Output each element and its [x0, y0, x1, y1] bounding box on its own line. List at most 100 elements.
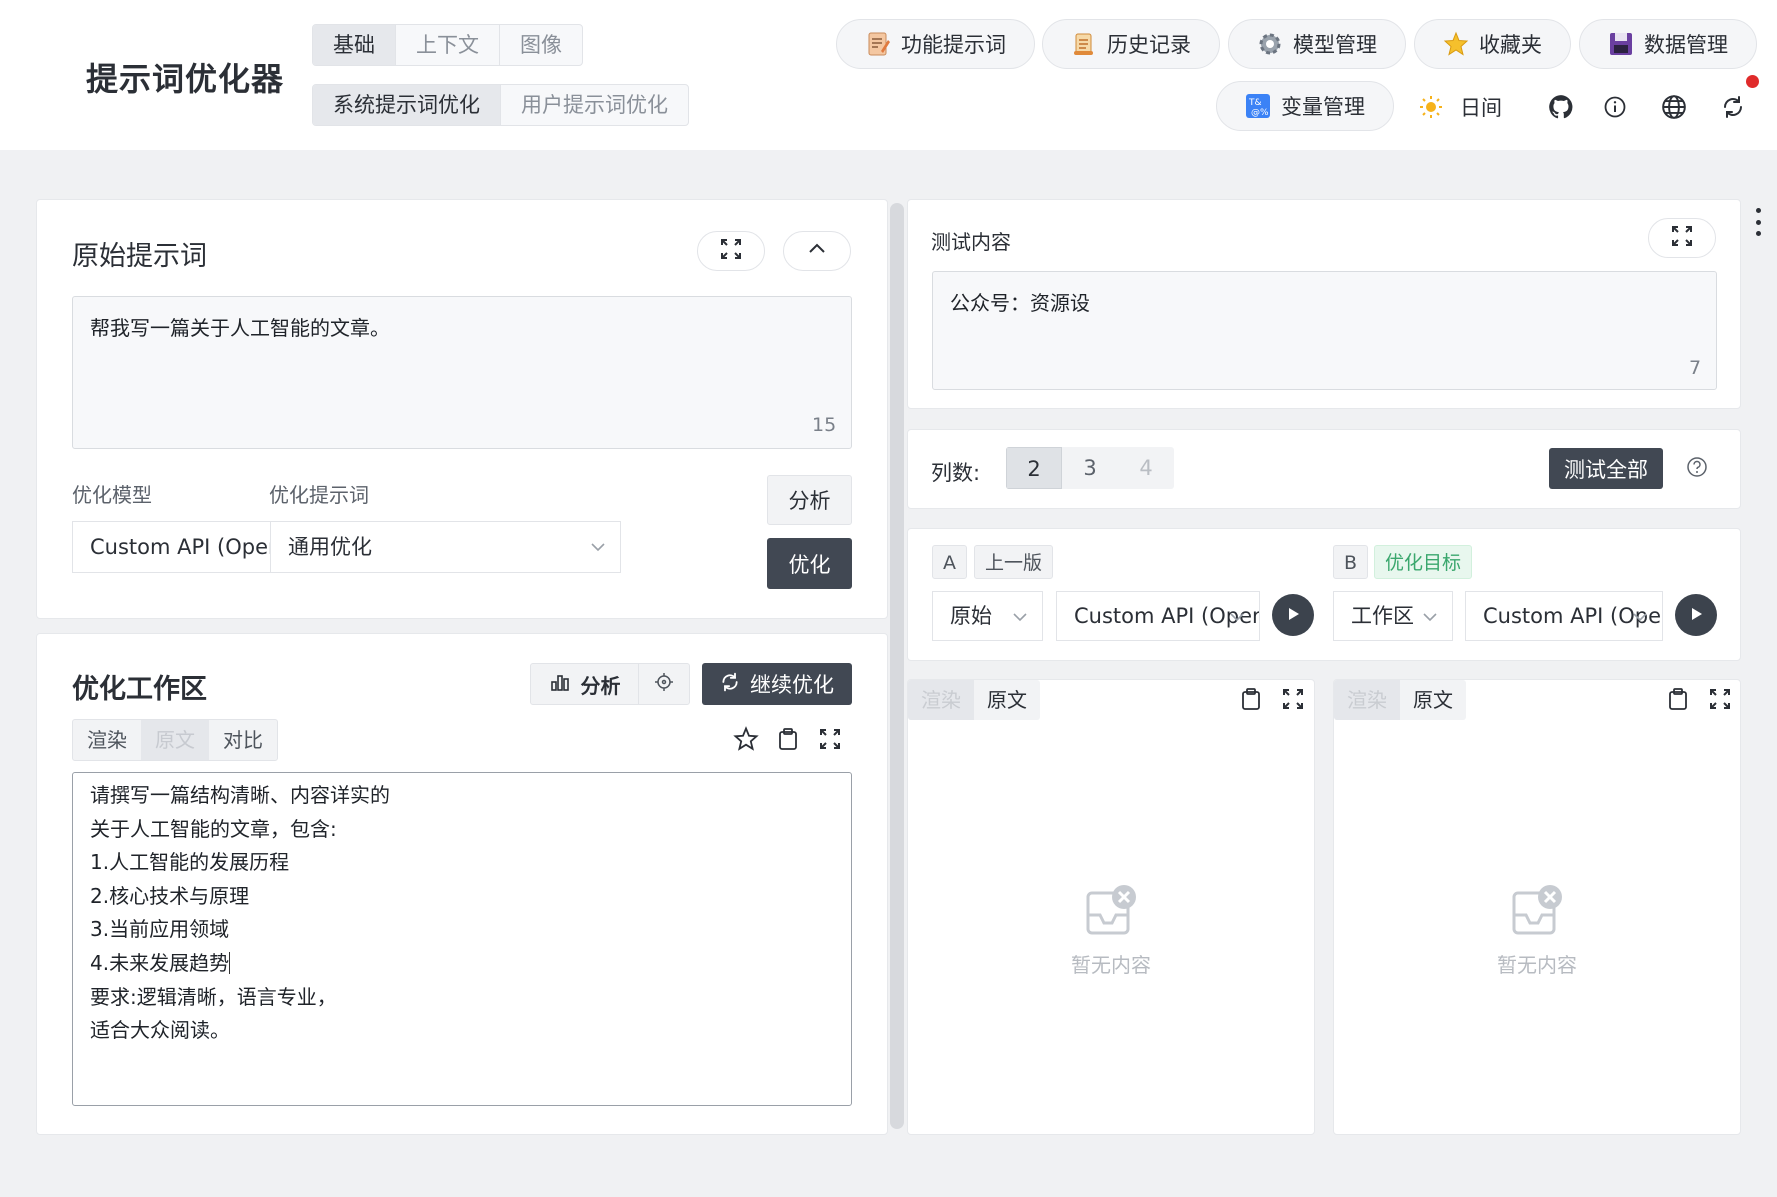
variant-b-label: B: [1333, 545, 1369, 579]
history-button[interactable]: 历史记录: [1042, 19, 1220, 69]
copy-button[interactable]: [773, 726, 803, 756]
tab-basic[interactable]: 基础: [313, 25, 396, 65]
result-a-empty-state: 暂无内容: [1011, 883, 1211, 978]
play-icon: [1285, 603, 1301, 627]
result-b-fullscreen-button[interactable]: [1705, 686, 1735, 716]
chevron-down-icon: [591, 543, 605, 552]
tab-image[interactable]: 图像: [500, 25, 582, 65]
crosshair-icon: [654, 672, 674, 697]
optimize-prompt-select[interactable]: 通用优化: [270, 521, 621, 573]
result-a-tab-raw[interactable]: 原文: [974, 680, 1040, 720]
optimize-model-label: 优化模型: [72, 483, 152, 507]
theme-toggle[interactable]: 日间: [1418, 92, 1502, 122]
result-a-copy-button[interactable]: [1236, 686, 1266, 716]
expand-icon: [1709, 688, 1731, 715]
test-all-button[interactable]: 测试全部: [1549, 448, 1663, 489]
columns-label: 列数:: [931, 461, 981, 485]
app-title: 提示词优化器: [86, 60, 285, 98]
optimize-model-select[interactable]: Custom API (OpenAI: [72, 521, 271, 573]
editor-line: 1.人工智能的发展历程: [90, 850, 290, 875]
result-b-empty-state: 暂无内容: [1437, 883, 1637, 978]
result-b-tabs: 渲染 原文: [1334, 680, 1466, 720]
columns-option-3[interactable]: 3: [1062, 447, 1118, 489]
variant-b-source-select[interactable]: 工作区: [1333, 591, 1453, 641]
result-a-fullscreen-button[interactable]: [1278, 686, 1308, 716]
variant-b-run-button[interactable]: [1675, 594, 1717, 636]
editor-line: 关于人工智能的文章，包含:: [90, 816, 337, 841]
github-icon[interactable]: [1546, 92, 1576, 122]
model-manage-button[interactable]: 模型管理: [1228, 19, 1406, 69]
tab-system-prompt[interactable]: 系统提示词优化: [313, 85, 501, 125]
scroll-icon: [1071, 31, 1097, 57]
workspace-title: 优化工作区: [72, 674, 207, 705]
continue-optimize-button[interactable]: 继续优化: [702, 663, 852, 705]
expand-icon: [720, 238, 742, 265]
variant-b-model-select[interactable]: Custom API (OpenAI: [1465, 591, 1663, 641]
result-b-tab-render[interactable]: 渲染: [1334, 680, 1400, 720]
tab-render[interactable]: 渲染: [73, 720, 141, 760]
result-a-tabs: 渲染 原文: [908, 680, 1040, 720]
editor-line-with-cursor: 4.未来发展趋势: [90, 950, 231, 975]
editor-line: 3.当前应用领域: [90, 917, 230, 942]
result-b-copy-button[interactable]: [1663, 686, 1693, 716]
bar-chart-icon: [549, 671, 571, 698]
favorite-button[interactable]: [731, 725, 761, 756]
update-badge: [1746, 75, 1759, 88]
help-button[interactable]: [1682, 454, 1712, 484]
variant-a-source-select[interactable]: 原始: [932, 591, 1043, 641]
columns-switch: 2 3 4: [1006, 447, 1174, 489]
editor-line: 请撰写一篇结构清晰、内容详实的: [90, 783, 390, 807]
expand-icon: [1282, 688, 1304, 715]
refresh-icon[interactable]: [1718, 92, 1748, 122]
chevron-down-icon: [1013, 613, 1027, 622]
locate-button[interactable]: [639, 664, 689, 704]
variable-manage-button[interactable]: T& @% 变量管理: [1216, 81, 1394, 131]
tab-raw[interactable]: 原文: [141, 720, 209, 760]
variant-b-tag: 优化目标: [1374, 545, 1473, 579]
variant-a-run-button[interactable]: [1272, 594, 1314, 636]
variant-a-label: A: [932, 545, 967, 579]
svg-text:T&: T&: [1248, 98, 1262, 108]
chevron-up-icon: [806, 238, 828, 265]
sun-icon: [1418, 94, 1444, 120]
result-b-tab-raw[interactable]: 原文: [1400, 680, 1466, 720]
chevron-down-icon: [1423, 613, 1437, 622]
play-icon: [1688, 603, 1704, 627]
text-cursor: [229, 951, 231, 974]
app-header: 提示词优化器 基础 上下文 图像 系统提示词优化 用户提示词优化 功能提示词 历…: [0, 0, 1777, 150]
variant-a-tag: 上一版: [974, 545, 1054, 579]
workspace-analyze-button[interactable]: 分析: [531, 664, 639, 704]
chevron-down-icon: [1633, 613, 1647, 622]
floppy-disk-icon: [1608, 31, 1634, 57]
test-char-count: 7: [1689, 357, 1702, 379]
columns-option-2[interactable]: 2: [1006, 447, 1062, 489]
info-icon[interactable]: [1600, 92, 1630, 122]
globe-icon[interactable]: [1659, 92, 1689, 122]
favorites-button[interactable]: 收藏夹: [1414, 19, 1571, 69]
original-char-count: 15: [812, 414, 837, 436]
workspace-editor[interactable]: 请撰写一篇结构清晰、内容详实的 关于人工智能的文章，包含: 1.人工智能的发展历…: [72, 772, 852, 1106]
test-content-title: 测试内容: [931, 230, 1011, 254]
test-fullscreen-button[interactable]: [1648, 218, 1716, 258]
refresh-icon: [720, 672, 740, 697]
collapse-button[interactable]: [783, 231, 851, 271]
analyze-button[interactable]: 分析: [767, 475, 852, 525]
fullscreen-button[interactable]: [697, 231, 765, 271]
optimize-prompt-label: 优化提示词: [269, 483, 369, 507]
tab-compare[interactable]: 对比: [209, 720, 277, 760]
variant-a-model-select[interactable]: Custom API (OpenAI: [1056, 591, 1260, 641]
columns-option-4[interactable]: 4: [1118, 447, 1174, 489]
chevron-down-icon: [1230, 613, 1244, 622]
more-options-icon[interactable]: [1754, 208, 1762, 236]
original-prompt-input[interactable]: 帮我写一篇关于人工智能的文章。: [72, 296, 852, 449]
tab-user-prompt[interactable]: 用户提示词优化: [501, 85, 688, 125]
function-prompts-button[interactable]: 功能提示词: [836, 19, 1035, 69]
data-manage-button[interactable]: 数据管理: [1579, 19, 1757, 69]
workspace-fullscreen-button[interactable]: [815, 726, 845, 756]
optimize-button[interactable]: 优化: [767, 538, 852, 589]
panel-divider-scrollbar[interactable]: [890, 203, 904, 1129]
result-a-tab-render[interactable]: 渲染: [908, 680, 974, 720]
tab-context[interactable]: 上下文: [396, 25, 500, 65]
star-icon: [1443, 31, 1469, 57]
test-content-input[interactable]: 公众号：资源设: [932, 271, 1717, 390]
